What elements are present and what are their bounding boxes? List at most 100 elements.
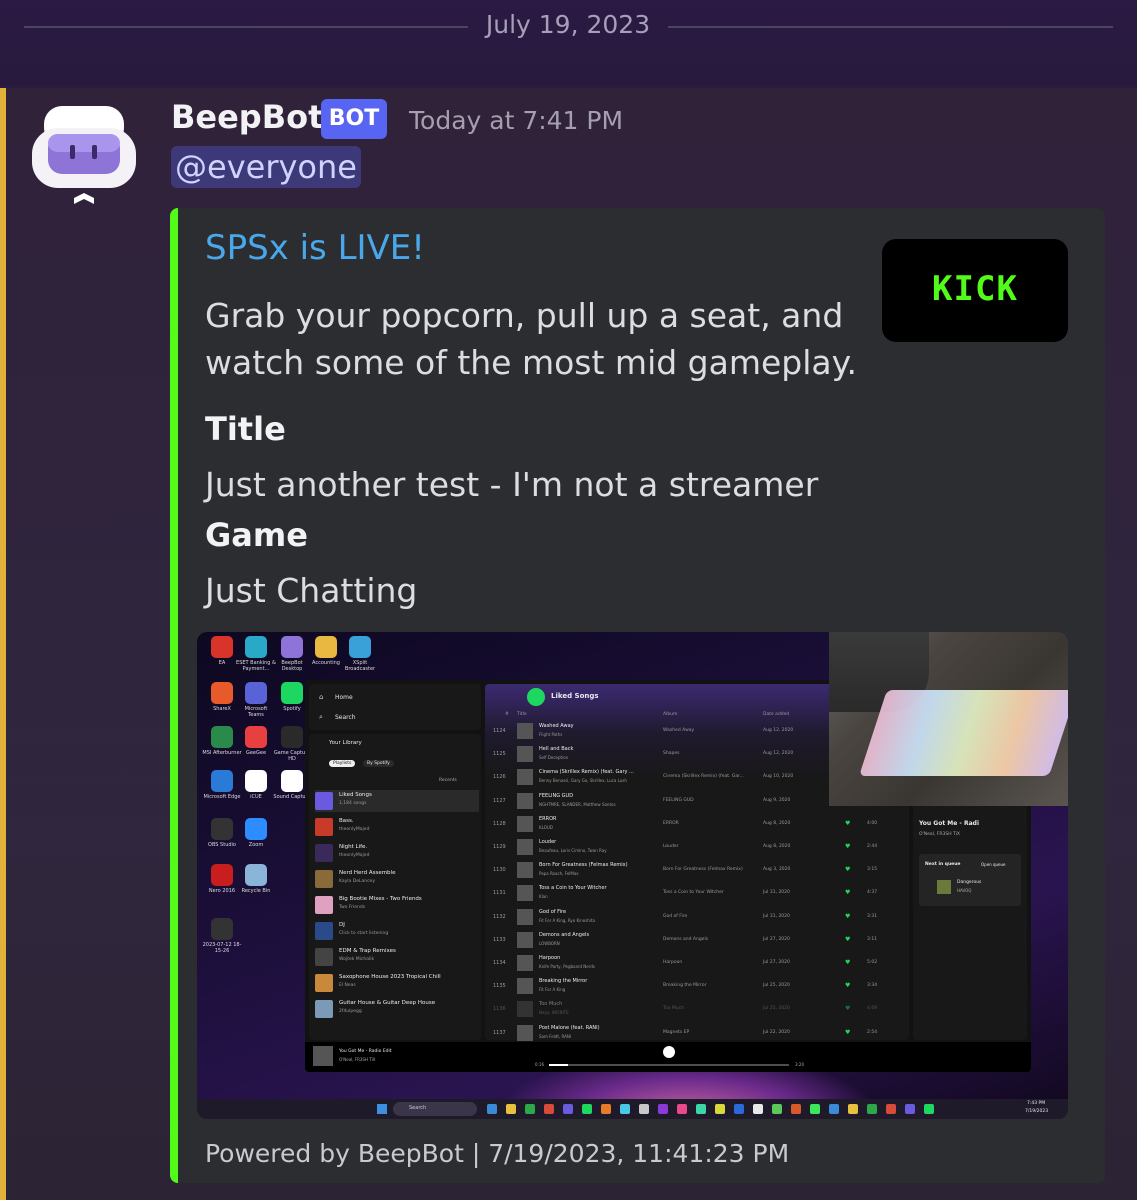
- track-row[interactable]: 1129 Louder Beaufeau, Loris Cimino, Twan R…: [485, 836, 909, 859]
- taskbar-app-icon[interactable]: [582, 1104, 592, 1114]
- liked-heart-icon[interactable]: ♥: [845, 1029, 850, 1036]
- track-title[interactable]: God of Fire: [539, 909, 566, 915]
- track-title[interactable]: Post Malone (feat. RANI): [539, 1025, 600, 1031]
- playlist-item[interactable]: Bass. theonlyMajed: [315, 816, 479, 838]
- track-row[interactable]: 1133 Demons and Angels LOWBORN Demons and A…: [485, 929, 909, 952]
- track-row[interactable]: 1130 Born For Greatness (Felmax Remix) Pap…: [485, 859, 909, 882]
- desktop-icon[interactable]: [245, 682, 267, 704]
- desktop-icon[interactable]: [211, 918, 233, 940]
- track-album[interactable]: Born For Greatness (Felmax Remix): [663, 867, 743, 872]
- track-title[interactable]: Harpoon: [539, 955, 560, 961]
- desktop-icon[interactable]: [211, 864, 233, 886]
- track-title[interactable]: Breaking the Mirror: [539, 978, 587, 984]
- taskbar-app-icon[interactable]: [848, 1104, 858, 1114]
- track-artist[interactable]: Benny Benassi, Gary Go, Skrillex, Luca L…: [539, 778, 627, 783]
- taskbar-app-icon[interactable]: [924, 1104, 934, 1114]
- track-row[interactable]: 1136 Too Much Neyo, INFINITE Too Much Jul 25…: [485, 998, 909, 1021]
- sort-recents[interactable]: Recents: [439, 778, 457, 783]
- track-artist[interactable]: Knife Party, Pegboard Nerds: [539, 964, 595, 969]
- taskbar-app-icon[interactable]: [829, 1104, 839, 1114]
- playlist-item[interactable]: Big Bootie Mixes - Two Friends Two Friend…: [315, 894, 479, 916]
- track-title[interactable]: Washed Away: [539, 723, 574, 729]
- taskbar-app-icon[interactable]: [696, 1104, 706, 1114]
- track-row[interactable]: 1128 ERROR KLOUD ERROR Aug 8, 2020 ♥ 4:00: [485, 813, 909, 836]
- track-artist[interactable]: Papa Roach, FelMax: [539, 871, 579, 876]
- playlist-item[interactable]: Liked Songs 1,184 songs: [315, 790, 479, 812]
- pause-button[interactable]: [663, 1046, 675, 1058]
- playlist-item[interactable]: Nerd Herd Assemble Kayla DeLancey: [315, 868, 479, 890]
- track-title[interactable]: Louder: [539, 839, 556, 845]
- track-row[interactable]: 1134 Harpoon Knife Party, Pegboard Nerds Ha…: [485, 952, 909, 975]
- taskbar-app-icon[interactable]: [525, 1104, 535, 1114]
- track-artist[interactable]: Klan: [539, 894, 548, 899]
- desktop-icon[interactable]: [315, 636, 337, 658]
- track-title[interactable]: Born For Greatness (Felmax Remix): [539, 862, 628, 868]
- desktop-icon[interactable]: [349, 636, 371, 658]
- track-row[interactable]: 1132 God of Fire Fit For A King, Ryo Kinos…: [485, 906, 909, 929]
- track-title[interactable]: Cinema (Skrillex Remix) (feat. Gary ...: [539, 769, 634, 775]
- taskbar-app-icon[interactable]: [886, 1104, 896, 1114]
- taskbar-app-icon[interactable]: [734, 1104, 744, 1114]
- track-artist[interactable]: Sam Feldt, RANI: [539, 1034, 571, 1039]
- bot-avatar[interactable]: [30, 104, 138, 208]
- track-title[interactable]: Too Much: [539, 1001, 562, 1007]
- taskbar-app-icon[interactable]: [601, 1104, 611, 1114]
- desktop-icon[interactable]: [281, 682, 303, 704]
- track-artist[interactable]: LOWBORN: [539, 941, 560, 946]
- track-title[interactable]: Toss a Coin to Your Witcher: [539, 885, 607, 891]
- desktop-icon[interactable]: [211, 682, 233, 704]
- desktop-icon[interactable]: [245, 864, 267, 886]
- filter-by-spotify[interactable]: By Spotify: [363, 760, 394, 767]
- track-artist[interactable]: Self Deception: [539, 755, 568, 760]
- liked-heart-icon[interactable]: ♥: [845, 913, 850, 920]
- embed-title[interactable]: SPSx is LIVE!: [205, 228, 425, 268]
- liked-heart-icon[interactable]: ♥: [845, 843, 850, 850]
- track-album[interactable]: Toss a Coin to Your Witcher: [663, 890, 724, 895]
- desktop-icon[interactable]: [245, 770, 267, 792]
- taskbar-app-icon[interactable]: [563, 1104, 573, 1114]
- track-artist[interactable]: Fit For A King, Ryo Kinoshita: [539, 918, 595, 923]
- now-playing-artist[interactable]: O'Neal, FR3SH TiX: [339, 1057, 375, 1062]
- track-artist[interactable]: Fit For A King: [539, 987, 565, 992]
- taskbar-app-icon[interactable]: [620, 1104, 630, 1114]
- taskbar-app-icon[interactable]: [487, 1104, 497, 1114]
- desktop-icon[interactable]: [281, 770, 303, 792]
- track-artist[interactable]: KLOUD: [539, 825, 553, 830]
- track-album[interactable]: God of Fire: [663, 914, 687, 919]
- desktop-icon[interactable]: [245, 726, 267, 748]
- taskbar-app-icon[interactable]: [639, 1104, 649, 1114]
- track-album[interactable]: Shapes: [663, 751, 679, 756]
- liked-heart-icon[interactable]: ♥: [845, 1005, 850, 1012]
- track-album[interactable]: Cinema (Skrillex Remix) (feat. Gar...: [663, 774, 744, 779]
- queue-next-title[interactable]: Dangerous: [957, 880, 981, 885]
- liked-heart-icon[interactable]: ♥: [845, 982, 850, 989]
- everyone-mention[interactable]: @everyone: [171, 146, 361, 188]
- track-album[interactable]: Too Much: [663, 1006, 684, 1011]
- desktop-icon[interactable]: [211, 770, 233, 792]
- track-artist[interactable]: Neyo, INFINITE: [539, 1010, 569, 1015]
- liked-heart-icon[interactable]: ♥: [845, 866, 850, 873]
- desktop-icon[interactable]: [211, 636, 233, 658]
- desktop-icon[interactable]: [281, 726, 303, 748]
- track-album[interactable]: Harpoon: [663, 960, 682, 965]
- nav-search[interactable]: Search: [335, 714, 356, 721]
- track-title[interactable]: ERROR: [539, 816, 557, 822]
- taskbar-app-icon[interactable]: [810, 1104, 820, 1114]
- open-queue-link[interactable]: Open queue: [981, 862, 1006, 867]
- taskbar-app-icon[interactable]: [753, 1104, 763, 1114]
- message-timestamp[interactable]: Today at 7:41 PM: [409, 106, 623, 135]
- taskbar-app-icon[interactable]: [905, 1104, 915, 1114]
- kick-thumbnail[interactable]: KICK: [882, 239, 1068, 342]
- desktop-icon[interactable]: [245, 818, 267, 840]
- taskbar-app-icon[interactable]: [677, 1104, 687, 1114]
- liked-heart-icon[interactable]: ♥: [845, 959, 850, 966]
- track-album[interactable]: Louder: [663, 844, 679, 849]
- play-button[interactable]: [527, 688, 545, 706]
- liked-heart-icon[interactable]: ♥: [845, 820, 850, 827]
- stream-preview-image[interactable]: EA ESET Banking & Payment... BeepBot Deskt…: [197, 632, 1068, 1119]
- track-artist[interactable]: Flight Paths: [539, 732, 562, 737]
- track-artist[interactable]: Beaufeau, Loris Cimino, Twan Ray: [539, 848, 607, 853]
- desktop-icon[interactable]: [211, 818, 233, 840]
- taskbar-app-icon[interactable]: [544, 1104, 554, 1114]
- taskbar-app-icon[interactable]: [772, 1104, 782, 1114]
